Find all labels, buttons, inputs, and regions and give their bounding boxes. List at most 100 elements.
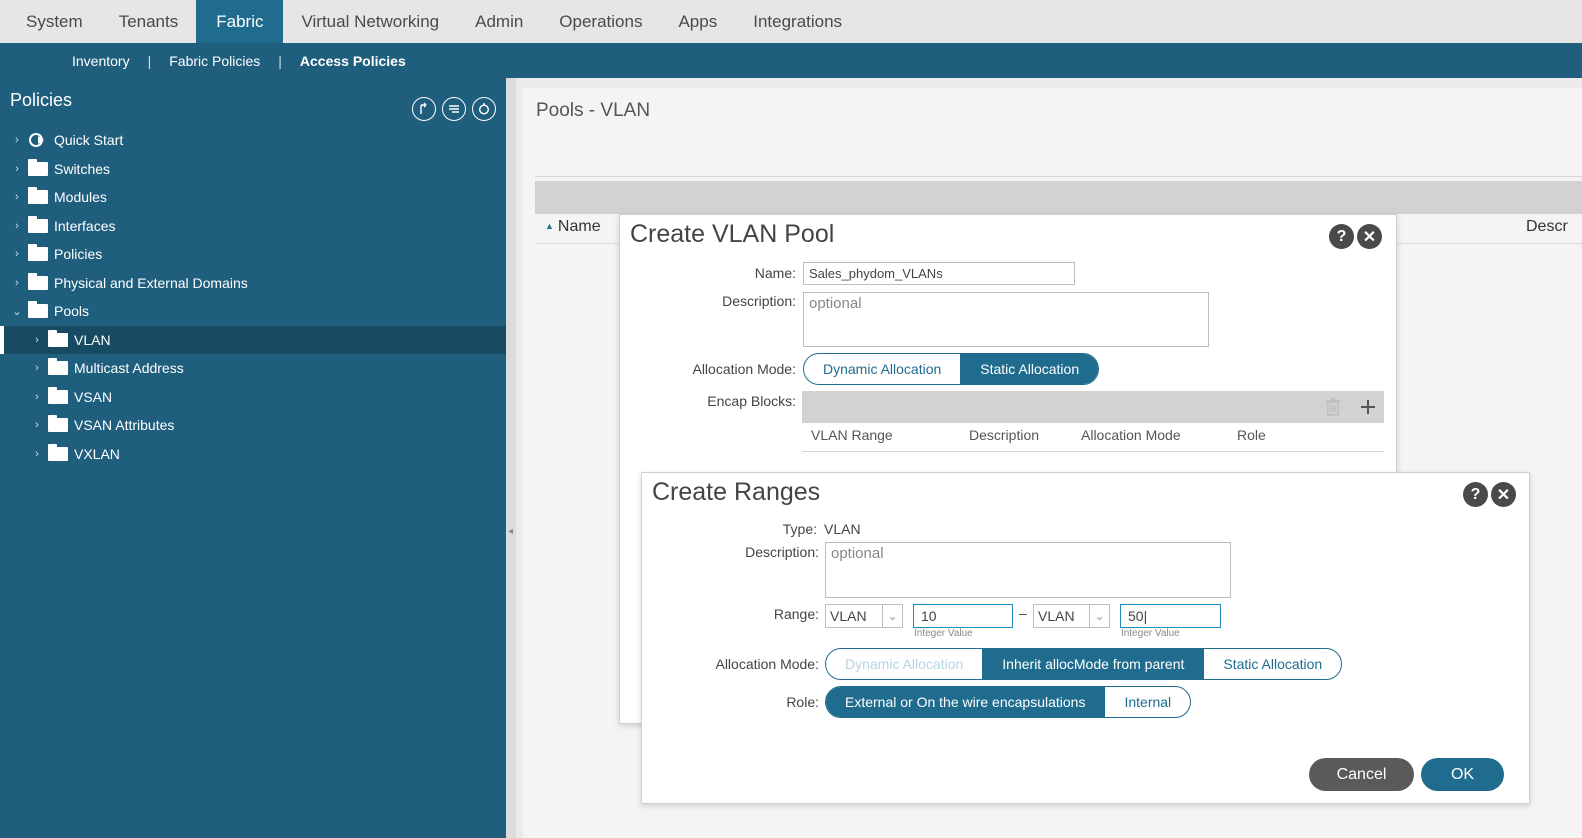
chevron-right-icon[interactable]: ›: [32, 419, 42, 431]
collapse-arrow-icon[interactable]: ◂: [508, 526, 513, 537]
sidebar-title: Policies: [10, 90, 73, 110]
help-button[interactable]: ?: [1463, 482, 1488, 507]
column-header-name[interactable]: ▲ Name: [545, 218, 601, 236]
tab-operations[interactable]: Operations: [541, 0, 660, 43]
chevron-right-icon[interactable]: ›: [12, 248, 22, 260]
range-from-type-select[interactable]: VLAN ⌄: [825, 604, 903, 628]
internal-role-option[interactable]: Internal: [1104, 687, 1190, 717]
tree-item-switches[interactable]: › Switches: [0, 155, 506, 184]
subnav-inventory[interactable]: Inventory: [72, 53, 130, 69]
tree-item-physical-external-domains[interactable]: › Physical and External Domains: [0, 269, 506, 298]
folder-icon: [48, 443, 68, 461]
integer-hint: Integer Value: [1121, 628, 1180, 639]
tree-item-policies[interactable]: › Policies: [0, 240, 506, 269]
folder-icon: [28, 301, 48, 319]
subnav-access-policies[interactable]: Access Policies: [300, 53, 406, 69]
column-header-description[interactable]: Description: [969, 427, 1039, 443]
description-input[interactable]: optional: [803, 292, 1209, 347]
tree-item-interfaces[interactable]: › Interfaces: [0, 212, 506, 241]
name-input[interactable]: Sales_phydom_VLANs: [803, 262, 1075, 285]
tree-item-vxlan[interactable]: › VXLAN: [0, 440, 506, 469]
refresh-icon[interactable]: [412, 97, 436, 121]
tab-fabric[interactable]: Fabric: [196, 0, 284, 43]
chevron-right-icon[interactable]: ›: [12, 220, 22, 232]
help-button[interactable]: ?: [1329, 224, 1354, 249]
integer-hint: Integer Value: [914, 628, 973, 639]
tab-system[interactable]: System: [8, 0, 101, 43]
chevron-right-icon[interactable]: ›: [32, 334, 42, 346]
chevron-right-icon[interactable]: ›: [12, 134, 22, 146]
tree-item-pools[interactable]: ⌄ Pools: [0, 297, 506, 326]
folder-icon: [48, 415, 68, 433]
inherit-alloc-mode-option[interactable]: Inherit allocMode from parent: [982, 649, 1204, 679]
ok-button[interactable]: OK: [1421, 758, 1504, 791]
tree-item-label: Quick Start: [54, 132, 124, 149]
cancel-button[interactable]: Cancel: [1309, 758, 1414, 791]
chevron-right-icon[interactable]: ›: [12, 163, 22, 175]
description-input[interactable]: optional: [825, 542, 1231, 598]
tab-integrations[interactable]: Integrations: [735, 0, 860, 43]
top-nav: System Tenants Fabric Virtual Networking…: [0, 0, 1582, 43]
range-from-input[interactable]: 10: [913, 604, 1013, 628]
allocation-mode-label: Allocation Mode:: [715, 656, 819, 672]
static-allocation-option[interactable]: Static Allocation: [960, 354, 1099, 384]
allocation-mode-toggle: Dynamic Allocation Inherit allocMode fro…: [825, 648, 1343, 680]
divider: [535, 176, 1582, 177]
tree-item-quick-start[interactable]: › Quick Start: [0, 126, 506, 155]
static-allocation-option[interactable]: Static Allocation: [1203, 649, 1341, 679]
close-button[interactable]: ✕: [1357, 224, 1382, 249]
tree-item-modules[interactable]: › Modules: [0, 183, 506, 212]
sub-nav: Inventory | Fabric Policies | Access Pol…: [0, 43, 1582, 78]
range-to-input[interactable]: 50|: [1120, 604, 1221, 628]
dynamic-allocation-option[interactable]: Dynamic Allocation: [804, 354, 960, 384]
tree-item-label: VLAN: [74, 331, 111, 348]
range-to-type-select[interactable]: VLAN ⌄: [1033, 604, 1110, 628]
quick-start-icon: [29, 133, 44, 148]
tab-tenants[interactable]: Tenants: [101, 0, 197, 43]
tree-item-label: Physical and External Domains: [54, 274, 248, 291]
tree-item-label: Multicast Address: [74, 360, 184, 377]
trash-icon[interactable]: [1326, 398, 1340, 416]
folder-icon: [28, 244, 48, 262]
tree-item-label: Interfaces: [54, 217, 116, 234]
reload-icon[interactable]: [472, 97, 496, 121]
chevron-right-icon[interactable]: ›: [12, 191, 22, 203]
external-role-option[interactable]: External or On the wire encapsulations: [826, 687, 1105, 717]
folder-icon: [48, 386, 68, 404]
chevron-right-icon[interactable]: ›: [12, 277, 22, 289]
dialog-title: Create Ranges: [652, 478, 821, 506]
tree-item-multicast-address[interactable]: › Multicast Address: [0, 354, 506, 383]
tree-item-label: VXLAN: [74, 445, 120, 462]
subnav-fabric-policies[interactable]: Fabric Policies: [169, 53, 260, 69]
panel-splitter[interactable]: ◂: [506, 78, 516, 838]
dialog-controls: ? ✕: [1463, 482, 1516, 507]
folder-icon: [28, 187, 48, 205]
list-icon[interactable]: [442, 97, 466, 121]
close-button[interactable]: ✕: [1491, 482, 1516, 507]
subnav-separator: |: [147, 52, 152, 69]
column-header-role[interactable]: Role: [1237, 427, 1266, 443]
tree-item-label: Modules: [54, 189, 107, 206]
tab-apps[interactable]: Apps: [660, 0, 735, 43]
type-value: VLAN: [824, 521, 861, 537]
chevron-right-icon[interactable]: ›: [32, 391, 42, 403]
chevron-right-icon[interactable]: ›: [32, 362, 42, 374]
sidebar-toolbar: [412, 97, 496, 121]
column-header-vlan-range[interactable]: VLAN Range: [811, 427, 893, 443]
tree-item-label: VSAN: [74, 388, 113, 405]
tree-item-vlan[interactable]: › VLAN: [0, 325, 506, 354]
column-header-allocation-mode[interactable]: Allocation Mode: [1081, 427, 1181, 443]
chevron-down-icon[interactable]: ⌄: [1089, 605, 1109, 627]
tab-admin[interactable]: Admin: [457, 0, 541, 43]
chevron-right-icon[interactable]: ›: [32, 448, 42, 460]
encap-blocks-toolbar: [802, 391, 1384, 423]
add-icon[interactable]: [1360, 399, 1376, 415]
tree-item-vsan-attributes[interactable]: › VSAN Attributes: [0, 411, 506, 440]
dynamic-allocation-option[interactable]: Dynamic Allocation: [826, 649, 982, 679]
chevron-down-icon[interactable]: ⌄: [12, 305, 22, 318]
folder-icon: [28, 158, 48, 176]
tab-virtual-networking[interactable]: Virtual Networking: [283, 0, 457, 43]
tree-item-vsan[interactable]: › VSAN: [0, 383, 506, 412]
column-header-description[interactable]: Descr: [1526, 218, 1568, 236]
chevron-down-icon[interactable]: ⌄: [882, 605, 902, 627]
